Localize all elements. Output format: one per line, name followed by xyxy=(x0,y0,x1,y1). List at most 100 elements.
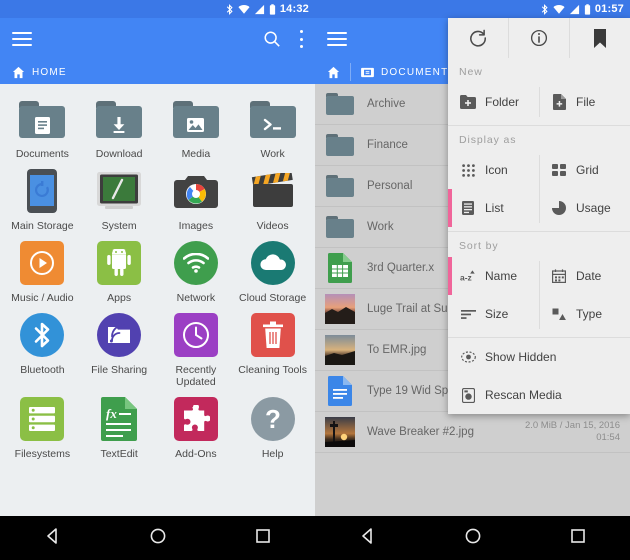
list-item[interactable]: Wave Breaker #2.jpg 2.0 MiB / Jan 15, 20… xyxy=(315,412,630,453)
menu-item-rescan-media[interactable]: Rescan Media xyxy=(448,376,630,414)
app-bar: Home xyxy=(0,18,315,84)
menu-section-new: Folder File xyxy=(448,83,630,121)
clapperboard-icon xyxy=(251,173,293,207)
question-mark-icon: ? xyxy=(250,397,295,441)
hamburger-icon[interactable] xyxy=(12,32,32,46)
grid-item-help[interactable]: ? Help xyxy=(234,396,311,460)
breadcrumb-item-documents[interactable]: Documents xyxy=(361,67,456,78)
rescan-media-icon xyxy=(460,387,476,403)
menu-item-display-list[interactable]: List xyxy=(448,189,539,227)
grid-item-documents[interactable]: Documents xyxy=(4,96,81,160)
bookmark-icon[interactable] xyxy=(569,18,630,58)
grid-item-apps[interactable]: Apps xyxy=(81,240,158,304)
menu-item-sort-type[interactable]: Type xyxy=(539,295,630,333)
grid-item-images[interactable]: Images xyxy=(158,168,235,232)
menu-item-display-icon[interactable]: Icon xyxy=(448,151,539,189)
signal-icon xyxy=(254,4,264,14)
trash-icon xyxy=(250,313,295,357)
folder-icon xyxy=(326,93,354,115)
hamburger-icon[interactable] xyxy=(327,32,347,46)
grid-item-label: Cleaning Tools xyxy=(238,364,307,376)
grid-item-label: Add-Ons xyxy=(175,448,217,460)
menu-section-sort-by: a-z Name Date Size Type xyxy=(448,257,630,333)
calendar-icon xyxy=(551,268,567,284)
menu-item-sort-date[interactable]: Date xyxy=(539,257,630,295)
bluetooth-icon xyxy=(20,313,65,357)
grid-item-label: Network xyxy=(176,292,216,304)
grid-item-music-audio[interactable]: Music / Audio xyxy=(4,240,81,304)
grid-item-label: File Sharing xyxy=(91,364,148,376)
recents-icon[interactable] xyxy=(569,527,587,550)
file-meta: 2.0 MiB / Jan 15, 2016 01:54 xyxy=(524,420,620,443)
grid-item-label: Main Storage xyxy=(11,220,74,232)
breadcrumb-item-home[interactable]: Home xyxy=(12,66,67,79)
image-thumb-icon xyxy=(325,335,355,365)
grid-item-filesystems[interactable]: Filesystems xyxy=(4,396,81,460)
system-navigation-bar xyxy=(0,516,315,560)
home-icon[interactable] xyxy=(327,66,340,79)
refresh-icon[interactable] xyxy=(448,18,508,58)
grid-item-label: Apps xyxy=(107,292,132,304)
folder-terminal-icon xyxy=(249,101,296,138)
grid-item-videos[interactable]: Videos xyxy=(234,168,311,232)
info-icon[interactable] xyxy=(508,18,569,58)
menu-item-sort-name[interactable]: a-z Name xyxy=(448,257,539,295)
grid-item-cleaning-tools[interactable]: Cleaning Tools xyxy=(234,312,311,388)
document-icon xyxy=(328,376,352,406)
menu-item-label: Type xyxy=(576,307,603,321)
grid-item-recently-updated[interactable]: Recently Updated xyxy=(158,312,235,388)
home-circle-icon[interactable] xyxy=(149,527,167,550)
folder-icon xyxy=(326,175,354,197)
menu-item-new-folder[interactable]: Folder xyxy=(448,83,539,121)
recents-icon[interactable] xyxy=(254,527,272,550)
home-grid: Documents Download Media Work Main Stora… xyxy=(0,84,315,460)
grid-item-main-storage[interactable]: Main Storage xyxy=(4,168,81,232)
grid-item-network[interactable]: Network xyxy=(158,240,235,304)
status-bar: 01:57 xyxy=(315,0,630,18)
search-icon[interactable] xyxy=(263,30,281,48)
image-thumb-icon xyxy=(325,417,355,447)
grid-item-textedit[interactable]: fx TextEdit xyxy=(81,396,158,460)
status-time: 01:57 xyxy=(594,3,624,15)
right-phone-screen: 01:57 Documents Archive xyxy=(315,0,630,560)
grid-item-media[interactable]: Media xyxy=(158,96,235,160)
svg-text:a-z: a-z xyxy=(460,272,472,282)
list-view-icon xyxy=(460,200,476,216)
menu-section-title-sort-by: Sort by xyxy=(459,240,499,252)
grid-item-label: Work xyxy=(260,148,285,160)
menu-item-label: Icon xyxy=(485,163,508,177)
folder-icon xyxy=(326,216,354,238)
cloud-icon xyxy=(250,241,295,285)
menu-item-new-file[interactable]: File xyxy=(539,83,630,121)
grid-item-label: Videos xyxy=(256,220,289,232)
back-icon[interactable] xyxy=(359,527,377,550)
grid-item-work[interactable]: Work xyxy=(234,96,311,160)
folder-icon xyxy=(326,134,354,156)
grid-item-bluetooth[interactable]: Bluetooth xyxy=(4,312,81,388)
menu-item-display-usage[interactable]: Usage xyxy=(539,189,630,227)
grid-item-file-sharing[interactable]: File Sharing xyxy=(81,312,158,388)
selected-indicator xyxy=(448,189,452,227)
system-navigation-bar xyxy=(315,516,630,560)
home-circle-icon[interactable] xyxy=(464,527,482,550)
grid-item-system[interactable]: System xyxy=(81,168,158,232)
selected-indicator xyxy=(448,257,452,295)
grid-item-add-ons[interactable]: Add-Ons xyxy=(158,396,235,460)
menu-item-label: Date xyxy=(576,269,602,283)
kebab-menu-icon[interactable] xyxy=(299,30,303,48)
sort-size-icon xyxy=(460,306,476,322)
back-icon[interactable] xyxy=(44,527,62,550)
menu-item-sort-size[interactable]: Size xyxy=(448,295,539,333)
wifi-waves-icon xyxy=(173,241,218,285)
breadcrumb-label: Documents xyxy=(381,66,457,78)
menu-section-display-as: Icon Grid List Usage xyxy=(448,151,630,227)
menu-item-label: Name xyxy=(485,269,518,283)
grid-item-label: TextEdit xyxy=(100,448,138,460)
menu-item-label: Size xyxy=(485,307,509,321)
status-time: 14:32 xyxy=(279,3,309,15)
menu-item-display-grid[interactable]: Grid xyxy=(539,151,630,189)
menu-item-show-hidden[interactable]: Show Hidden xyxy=(448,338,630,376)
grid-item-download[interactable]: Download xyxy=(81,96,158,160)
grid-item-label: Documents xyxy=(15,148,69,160)
grid-item-cloud-storage[interactable]: Cloud Storage xyxy=(234,240,311,304)
